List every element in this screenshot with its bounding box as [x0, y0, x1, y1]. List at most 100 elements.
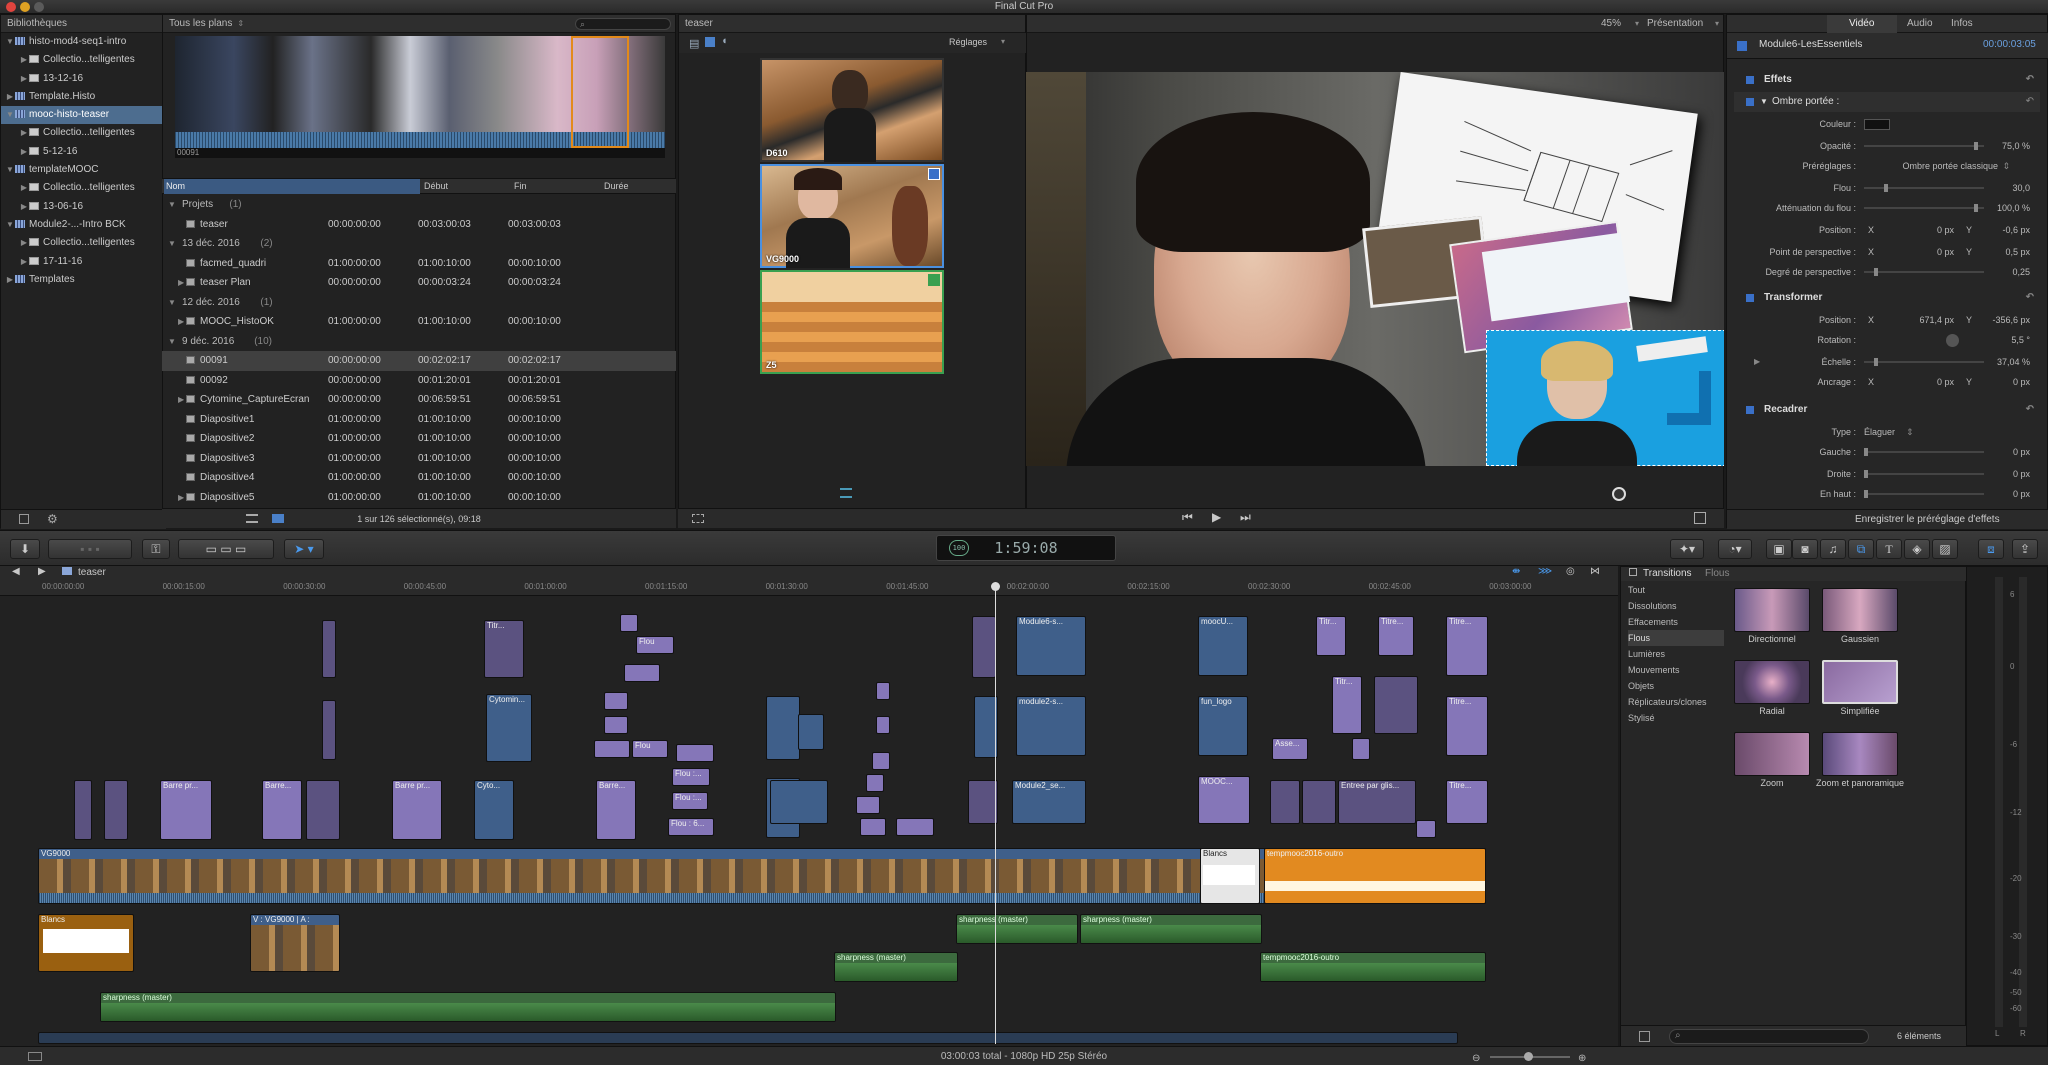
disclosure-triangle-icon[interactable]: ▶: [178, 488, 184, 508]
crop-icon[interactable]: [692, 514, 704, 523]
param-value[interactable]: 100,0 %: [1997, 198, 2030, 218]
zoom-out-icon[interactable]: ⊖: [1472, 1049, 1480, 1065]
table-row[interactable]: Diapositive4 01:00:00:00 01:00:10:00 00:00:…: [162, 468, 676, 488]
connected-clip[interactable]: Flou :...: [672, 792, 708, 810]
inspector-param[interactable]: Rotation : 5,5 °: [1734, 330, 2040, 350]
library-item[interactable]: ▶ 17-11-16: [1, 253, 164, 271]
disclosure-triangle-icon[interactable]: ▼: [168, 234, 176, 254]
angle-bank-icon[interactable]: [840, 488, 852, 498]
col-end[interactable]: Fin: [514, 181, 527, 191]
connected-clip[interactable]: Entree par glis...: [1338, 780, 1416, 824]
next-frame-icon[interactable]: ⏭: [1240, 510, 1251, 525]
slider-knob[interactable]: [1884, 184, 1888, 192]
param-value[interactable]: 5,5 °: [2011, 330, 2030, 350]
play-icon[interactable]: ▶: [1212, 510, 1221, 524]
disclosure-triangle-icon[interactable]: ▶: [19, 143, 29, 161]
inspector-toggle-icon[interactable]: ▣: [1766, 539, 1792, 559]
connected-clip[interactable]: [876, 682, 890, 700]
transition-category[interactable]: Réplicateurs/clones: [1628, 694, 1724, 710]
rotation-dial[interactable]: [1946, 334, 1959, 347]
effects-browser-icon[interactable]: ⧈: [1978, 539, 2004, 559]
disclosure-triangle-icon[interactable]: ▶: [19, 70, 29, 88]
inspector-section-transform[interactable]: Transformer ↶: [1734, 288, 2040, 308]
param-slider[interactable]: [1864, 204, 1984, 212]
enable-checkbox[interactable]: [1746, 98, 1754, 106]
connected-clip[interactable]: [876, 716, 890, 734]
inspector-param[interactable]: Flou : 30,0: [1734, 178, 2040, 198]
table-row[interactable]: ▶ Cytomine_CaptureEcran 00:00:00:00 00:06:5…: [162, 390, 676, 410]
audio-clip[interactable]: tempmooc2016-outro: [1260, 952, 1486, 982]
connected-clip[interactable]: [306, 780, 340, 840]
solo-icon[interactable]: ◎: [1566, 566, 1575, 577]
filmstrip-view-icon[interactable]: [272, 514, 284, 523]
table-row[interactable]: ▶ Diapositive5 01:00:00:00 01:00:10:00 00:00…: [162, 488, 676, 508]
inspector-param[interactable]: Position : X 0 px Y -0,6 px: [1734, 220, 2040, 240]
connected-clip[interactable]: [766, 696, 800, 760]
connected-clip[interactable]: Module6-s...: [1016, 616, 1086, 676]
param-slider[interactable]: [1864, 470, 1984, 478]
connected-clip[interactable]: Flou: [632, 740, 668, 758]
param-slider[interactable]: [1864, 184, 1984, 192]
connected-clip[interactable]: Barre pr...: [160, 780, 212, 840]
outro-clip[interactable]: tempmooc2016-outro: [1264, 848, 1486, 904]
param-slider[interactable]: [1864, 358, 1984, 366]
transition-thumbnail[interactable]: [1822, 732, 1898, 776]
connected-clip[interactable]: [1270, 780, 1300, 824]
table-row[interactable]: ▶ teaser Plan 00:00:00:00 00:00:03:24 00:00:…: [162, 273, 676, 293]
param-x-value[interactable]: 0 px: [1884, 372, 1954, 392]
connected-clip[interactable]: [1302, 780, 1336, 824]
enable-checkbox[interactable]: [1746, 294, 1754, 302]
connected-clip[interactable]: [104, 780, 128, 840]
anchor-handle[interactable]: [1612, 487, 1626, 501]
inspector-param[interactable]: Préréglages : Ombre portée classique ⇕: [1734, 156, 2040, 176]
param-slider[interactable]: [1864, 490, 1984, 498]
connected-clip[interactable]: Titre...: [1446, 780, 1488, 824]
param-value[interactable]: 30,0: [2012, 178, 2030, 198]
save-effects-preset-button[interactable]: Enregistrer le préréglage d'effets: [1855, 514, 2000, 525]
inspector-param[interactable]: Atténuation du flou : 100,0 %: [1734, 198, 2040, 218]
back-arrow-icon[interactable]: ◀: [12, 566, 20, 577]
connected-clip[interactable]: [798, 714, 824, 750]
disclosure-triangle-icon[interactable]: ▼: [5, 106, 15, 124]
param-value[interactable]: 0,25: [2012, 262, 2030, 282]
snapping-icon[interactable]: ⋈: [1590, 566, 1600, 577]
param-y-value[interactable]: 0 px: [2013, 372, 2030, 392]
connected-clip[interactable]: Flou: [636, 636, 674, 654]
library-item[interactable]: ▼ mooc-histo-teaser: [1, 106, 164, 125]
inspector-param[interactable]: Gauche : 0 px: [1734, 442, 2040, 462]
timeline-index-icon[interactable]: [28, 1052, 42, 1061]
slider-knob[interactable]: [1874, 268, 1878, 276]
disclosure-triangle-icon[interactable]: ▶: [19, 179, 29, 197]
connected-clip[interactable]: [972, 616, 996, 678]
selected-pip-video[interactable]: [1486, 330, 1724, 466]
enhancements-dropdown[interactable]: ✦▾: [1670, 539, 1704, 559]
transition-category[interactable]: Lumières: [1628, 646, 1724, 662]
generators-icon[interactable]: ◈: [1904, 539, 1930, 559]
connected-clip[interactable]: moocU...: [1198, 616, 1248, 676]
audio-skimming-icon[interactable]: ⋙: [1538, 566, 1552, 577]
connected-clip[interactable]: Titr...: [1332, 676, 1362, 734]
col-duration[interactable]: Durée: [604, 181, 629, 191]
close-window-button[interactable]: [6, 2, 16, 12]
previous-frame-icon[interactable]: ⏮: [1182, 510, 1193, 525]
transition-category[interactable]: Mouvements: [1628, 662, 1724, 678]
table-row[interactable]: 00092 00:00:00:00 00:01:20:01 00:01:20:01: [162, 371, 676, 391]
settings-dropdown[interactable]: Réglages: [949, 37, 987, 47]
table-row[interactable]: Diapositive1 01:00:00:00 01:00:10:00 00:00:…: [162, 410, 676, 430]
param-y-value[interactable]: -0,6 px: [2002, 220, 2030, 240]
col-name[interactable]: Nom: [166, 181, 185, 191]
audio-only-icon[interactable]: ◖: [721, 35, 728, 47]
retime-dropdown[interactable]: ◔▾: [1718, 539, 1752, 559]
titles-icon[interactable]: T: [1876, 539, 1902, 559]
param-value[interactable]: 0 px: [2013, 442, 2030, 462]
zoom-window-button[interactable]: [34, 2, 44, 12]
tab-info[interactable]: Infos: [1951, 15, 1973, 33]
reset-icon[interactable]: ↶: [2026, 92, 2034, 112]
transition-category[interactable]: Stylisé: [1628, 710, 1724, 726]
filmstrip-selection[interactable]: [571, 36, 629, 148]
connected-clip[interactable]: Module2_se...: [1012, 780, 1086, 824]
disclosure-triangle-icon[interactable]: ▶: [19, 253, 29, 271]
connected-clip[interactable]: [866, 774, 884, 792]
connected-clip[interactable]: Titre...: [1446, 696, 1488, 756]
connected-clip[interactable]: [594, 740, 630, 758]
